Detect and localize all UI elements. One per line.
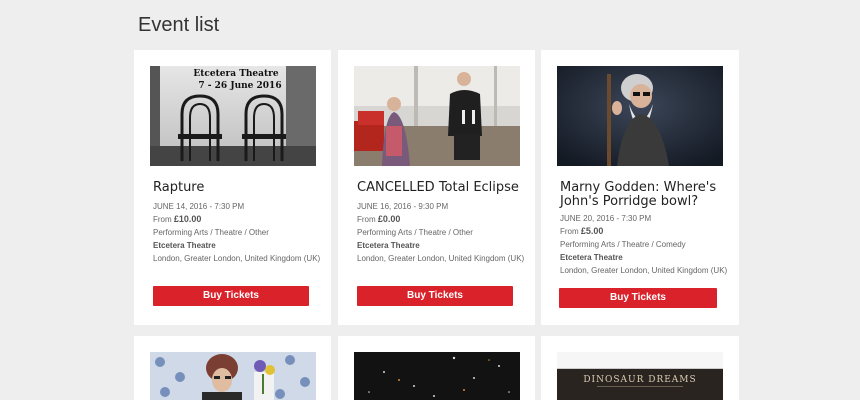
event-image[interactable]: Etcetera Theatre 7 - 26 June 2016 (150, 66, 316, 166)
page-title: Event list (138, 14, 220, 36)
event-card: DINOSAUR DREAMS (541, 336, 739, 400)
event-venue: Etcetera Theatre (153, 241, 216, 250)
event-date: JUNE 14, 2016 - 7:30 PM (153, 202, 245, 211)
event-category: Performing Arts / Theatre / Comedy (560, 240, 686, 249)
event-location: London, Greater London, United Kingdom (… (357, 254, 525, 263)
event-title[interactable]: CANCELLED Total Eclipse (357, 181, 527, 195)
image-caption-line2: 7 - 26 June 2016 (198, 81, 281, 91)
price-prefix: From (153, 215, 172, 224)
buy-tickets-button[interactable]: Buy Tickets (559, 288, 717, 308)
event-price-line: From £5.00 (560, 226, 735, 237)
event-category: Performing Arts / Theatre / Other (357, 228, 473, 237)
event-image[interactable] (354, 352, 520, 400)
event-image[interactable] (557, 66, 723, 166)
event-price: £0.00 (377, 214, 401, 224)
price-prefix: From (560, 227, 579, 236)
event-title[interactable]: Rapture (153, 181, 323, 195)
event-image[interactable] (354, 66, 520, 166)
event-card (338, 336, 535, 400)
event-card: Etcetera Theatre 7 - 26 June 2016 Raptur… (134, 50, 331, 325)
price-prefix: From (357, 215, 376, 224)
event-price: £10.00 (173, 214, 202, 224)
event-image[interactable] (150, 352, 316, 400)
event-date: JUNE 20, 2016 - 7:30 PM (560, 214, 652, 223)
event-venue: Etcetera Theatre (560, 253, 623, 262)
event-list-page: Event list Etcetera Theatre 7 - 26 June … (0, 0, 860, 400)
event-location: London, Greater London, United Kingdom (… (153, 254, 321, 263)
event-card: CANCELLED Total Eclipse JUNE 16, 2016 - … (338, 50, 535, 325)
event-location: London, Greater London, United Kingdom (… (560, 266, 728, 275)
event-price-line: From £10.00 (153, 214, 328, 225)
event-card (134, 336, 331, 400)
image-caption: DINOSAUR DREAMS (583, 375, 696, 385)
buy-tickets-button[interactable]: Buy Tickets (153, 286, 309, 306)
event-image[interactable]: DINOSAUR DREAMS (557, 352, 723, 400)
event-date: JUNE 16, 2016 - 9:30 PM (357, 202, 449, 211)
event-title-line: Marny Godden: Where's (560, 180, 717, 195)
buy-tickets-button[interactable]: Buy Tickets (357, 286, 513, 306)
event-venue: Etcetera Theatre (357, 241, 420, 250)
event-title-line: John's Porridge bowl? (560, 194, 699, 209)
image-caption-line1: Etcetera Theatre (193, 69, 279, 79)
event-category: Performing Arts / Theatre / Other (153, 228, 269, 237)
event-price: £5.00 (580, 226, 604, 236)
event-price-line: From £0.00 (357, 214, 532, 225)
event-title[interactable]: Marny Godden: Where's John's Porridge bo… (560, 181, 730, 209)
event-card: Marny Godden: Where's John's Porridge bo… (541, 50, 739, 325)
